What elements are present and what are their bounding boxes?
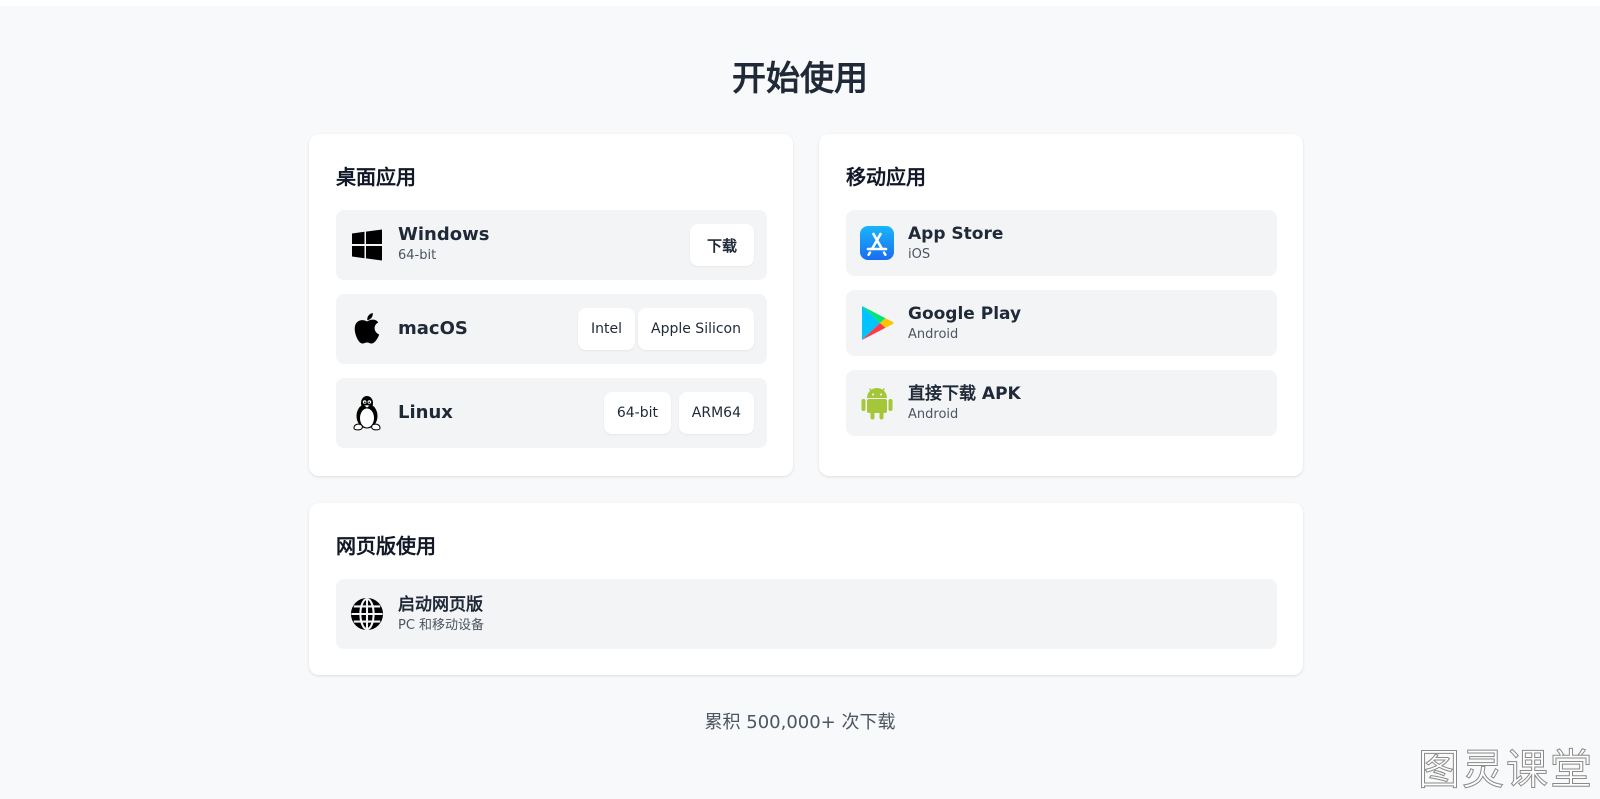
download-row-apk[interactable]: 直接下载 APK Android	[846, 370, 1277, 436]
app-store-text: App Store iOS	[908, 222, 1003, 264]
windows-sub: 64-bit	[398, 248, 437, 263]
app-store-sub: iOS	[908, 247, 931, 262]
windows-text: Windows 64-bit	[398, 223, 489, 265]
launch-web-name: 启动网页版	[398, 595, 483, 615]
globe-icon	[350, 597, 384, 631]
windows-icon	[350, 228, 384, 262]
mobile-apps-card: 移动应用 App Store iOS Google Play Android 直…	[819, 134, 1303, 476]
download-row-macos: macOS Intel Apple Silicon	[336, 294, 767, 364]
desktop-apps-title: 桌面应用	[336, 165, 416, 189]
windows-download-button[interactable]: 下载	[689, 224, 754, 266]
download-row-linux: Linux 64-bit ARM64	[336, 378, 767, 448]
launch-web-sub: PC 和移动设备	[398, 618, 485, 633]
download-count-text: 累积 500,000+ 次下载	[704, 712, 896, 733]
desktop-apps-card: 桌面应用 Windows 64-bit 下载 macOS Intel Apple…	[309, 134, 793, 476]
download-row-google-play[interactable]: Google Play Android	[846, 290, 1277, 356]
launch-web-row[interactable]: 启动网页版 PC 和移动设备	[336, 579, 1277, 649]
macos-text: macOS	[398, 317, 468, 341]
page-title: 开始使用	[732, 59, 868, 99]
apk-name: 直接下载 APK	[908, 384, 1021, 404]
download-row-app-store[interactable]: App Store iOS	[846, 210, 1277, 276]
windows-name: Windows	[398, 224, 490, 245]
google-play-name: Google Play	[908, 304, 1022, 324]
app-store-name: App Store	[908, 224, 1004, 244]
google-play-icon	[860, 306, 894, 340]
top-strip	[0, 0, 1600, 6]
macos-name: macOS	[398, 318, 468, 339]
linux-text: Linux	[398, 401, 453, 425]
web-version-title: 网页版使用	[336, 534, 436, 558]
linux-64bit-button[interactable]: 64-bit	[603, 392, 671, 434]
app-store-icon	[860, 226, 894, 260]
web-version-card: 网页版使用 启动网页版 PC 和移动设备	[309, 503, 1303, 675]
macos-apple-silicon-button[interactable]: Apple Silicon	[638, 308, 754, 350]
mobile-apps-title: 移动应用	[846, 165, 926, 189]
linux-tux-icon	[350, 396, 384, 431]
linux-arm64-button[interactable]: ARM64	[678, 392, 754, 434]
macos-intel-button[interactable]: Intel	[578, 308, 635, 350]
apk-text: 直接下载 APK Android	[908, 382, 1021, 424]
linux-name: Linux	[398, 402, 453, 423]
google-play-text: Google Play Android	[908, 302, 1021, 344]
apk-sub: Android	[908, 407, 959, 422]
google-play-sub: Android	[908, 327, 959, 342]
watermark-text: 图灵课堂	[1417, 745, 1594, 794]
android-icon	[860, 386, 894, 420]
download-row-windows: Windows 64-bit 下载	[336, 210, 767, 280]
launch-web-text: 启动网页版 PC 和移动设备	[398, 593, 484, 635]
apple-icon	[350, 312, 384, 346]
